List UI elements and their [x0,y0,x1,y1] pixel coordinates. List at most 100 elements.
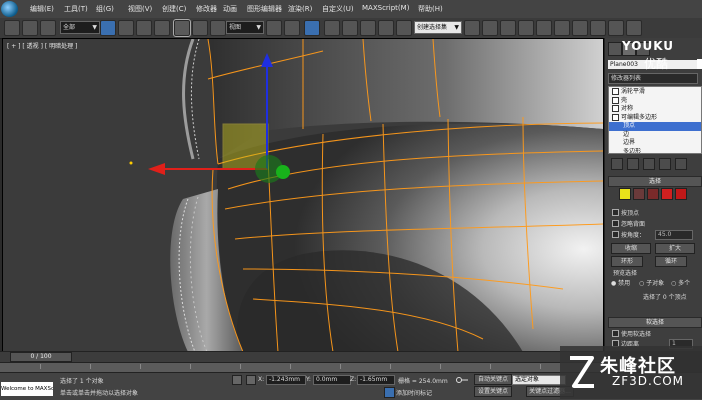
render-setup-icon[interactable] [590,20,606,36]
align-icon[interactable] [482,20,498,36]
grow-button[interactable]: 扩大 [655,243,695,254]
create-tab-icon[interactable] [608,42,622,56]
absolute-mode-icon[interactable] [246,375,256,385]
perspective-viewport[interactable]: [ + ] [ 透视 ] [ 明暗处理 ] [2,38,604,353]
named-selection-dropdown[interactable]: 创建选择集 ▼ [414,21,462,34]
stack-item-symmetry[interactable]: 对称 [609,105,701,114]
select-and-rotate-icon[interactable] [192,20,208,36]
unlink-icon[interactable] [22,20,38,36]
menu-tools[interactable]: 工具(T) [64,4,88,14]
add-time-tag-icon[interactable] [384,387,395,398]
menu-animation[interactable]: 动画 [223,4,237,14]
z-coord-field[interactable]: -1.65mm [357,375,395,385]
track-tick [140,364,141,369]
pivot-center-icon[interactable] [266,20,282,36]
shrink-button[interactable]: 收缩 [611,243,651,254]
vertex-mode-icon[interactable] [619,188,631,200]
graphite-toolbar-icon[interactable] [518,20,534,36]
app-logo-icon[interactable] [1,1,18,17]
set-key-icon[interactable] [456,376,468,384]
maxscript-listener[interactable]: Welcome to MAXScript. [1,382,53,396]
use-soft-selection-checkbox[interactable] [612,330,619,337]
select-and-move-icon[interactable] [173,19,191,37]
stack-item-border[interactable]: 边界 [609,139,701,148]
select-by-name-icon[interactable] [118,20,134,36]
edit-named-selection-icon[interactable] [396,20,412,36]
rendered-frame-icon[interactable] [608,20,624,36]
link-icon[interactable] [4,20,20,36]
menu-graph-editors[interactable]: 图形编辑器 [247,4,282,14]
selection-filter-dropdown[interactable]: 全部 ▼ [60,21,100,34]
menu-modifiers[interactable]: 修改器 [196,4,217,14]
rectangular-selection-icon[interactable] [136,20,152,36]
selection-rollout-header[interactable]: 选择 [608,176,702,187]
y-label: Y: [306,376,311,383]
schematic-view-icon[interactable] [554,20,570,36]
menu-views[interactable]: 视图(V) [128,4,152,14]
stack-item-shell[interactable]: 壳 [609,96,701,106]
stack-item-editable-poly[interactable]: 可编辑多边形 [609,113,701,123]
use-soft-selection-label: 使用软选择 [621,331,652,338]
add-time-tag[interactable]: 添加时间标记 [396,388,432,397]
ignore-backfacing-checkbox[interactable] [612,220,619,227]
x-coord-field[interactable]: -1.243mm [266,375,306,385]
y-coord-field[interactable]: 0.0mm [313,375,351,385]
by-angle-checkbox[interactable] [612,231,619,238]
percent-snap-icon[interactable] [360,20,376,36]
layer-manager-icon[interactable] [500,20,516,36]
set-key-button[interactable]: 设置关键点 [474,386,512,397]
viewport-label[interactable]: [ + ] [ 透视 ] [ 明暗处理 ] [7,41,77,50]
preview-off-radio[interactable]: ● 禁用 [611,278,630,287]
snaps-toggle-icon[interactable] [324,20,340,36]
auto-key-button[interactable]: 自动关键点 [474,374,512,385]
stack-item-vertex[interactable]: 顶点 [609,122,701,131]
preview-multi-radio[interactable]: ○ 多个 [671,278,690,287]
menu-create[interactable]: 创建(C) [162,4,186,14]
make-unique-icon[interactable] [643,158,655,170]
material-editor-icon[interactable] [572,20,588,36]
menu-rendering[interactable]: 渲染(R) [288,4,312,14]
render-production-icon[interactable] [626,20,642,36]
window-crossing-icon[interactable] [154,20,170,36]
time-slider[interactable] [0,351,604,362]
time-slider-thumb[interactable]: 0 / 100 [10,352,72,362]
object-color-swatch[interactable] [697,59,702,69]
polygon-mode-icon[interactable] [661,188,673,200]
edge-mode-icon[interactable] [633,188,645,200]
menu-maxscript[interactable]: MAXScript(M) [362,4,409,12]
menu-help[interactable]: 帮助(H) [418,4,443,14]
bind-space-warp-icon[interactable] [40,20,56,36]
menu-customize[interactable]: 自定义(U) [322,4,354,14]
loop-button[interactable]: 循环 [655,256,687,267]
selection-status: 选择了 1 个对象 [60,378,104,385]
lock-selection-icon[interactable] [232,375,242,385]
by-vertex-checkbox[interactable] [612,209,619,216]
select-manipulate-icon[interactable] [284,20,300,36]
curve-editor-icon[interactable] [536,20,552,36]
border-mode-icon[interactable] [647,188,659,200]
mirror-icon[interactable] [464,20,480,36]
angle-spinner[interactable]: 45.0 [655,230,693,240]
stack-item-edge[interactable]: 边 [609,131,701,140]
show-end-result-icon[interactable] [627,158,639,170]
select-and-scale-icon[interactable] [210,20,226,36]
ring-button[interactable]: 环形 [611,256,643,267]
modifier-list-dropdown[interactable]: 修改器列表 [608,73,698,84]
reference-coordinate-dropdown[interactable]: 视图 ▼ [226,21,264,34]
stack-item-turbosmooth[interactable]: 涡轮平滑 [609,88,701,97]
modifier-stack[interactable]: 涡轮平滑 壳 对称 可编辑多边形 顶点 边 边界 多边形 [608,86,702,154]
select-object-icon[interactable] [100,20,116,36]
keyboard-shortcut-override-icon[interactable] [304,20,320,36]
stack-item-polygon[interactable]: 多边形 [609,148,701,153]
element-mode-icon[interactable] [675,188,687,200]
selected-object-dropdown[interactable]: 选定对象 [512,375,566,385]
pin-stack-icon[interactable] [611,158,623,170]
configure-sets-icon[interactable] [675,158,687,170]
angle-snap-icon[interactable] [342,20,358,36]
spinner-snap-icon[interactable] [378,20,394,36]
soft-selection-rollout-header[interactable]: 软选择 [608,317,702,328]
preview-subobj-radio[interactable]: ○ 子对象 [639,278,664,287]
remove-modifier-icon[interactable] [659,158,671,170]
menu-group[interactable]: 组(G) [96,4,114,14]
menu-edit[interactable]: 编辑(E) [30,4,54,14]
